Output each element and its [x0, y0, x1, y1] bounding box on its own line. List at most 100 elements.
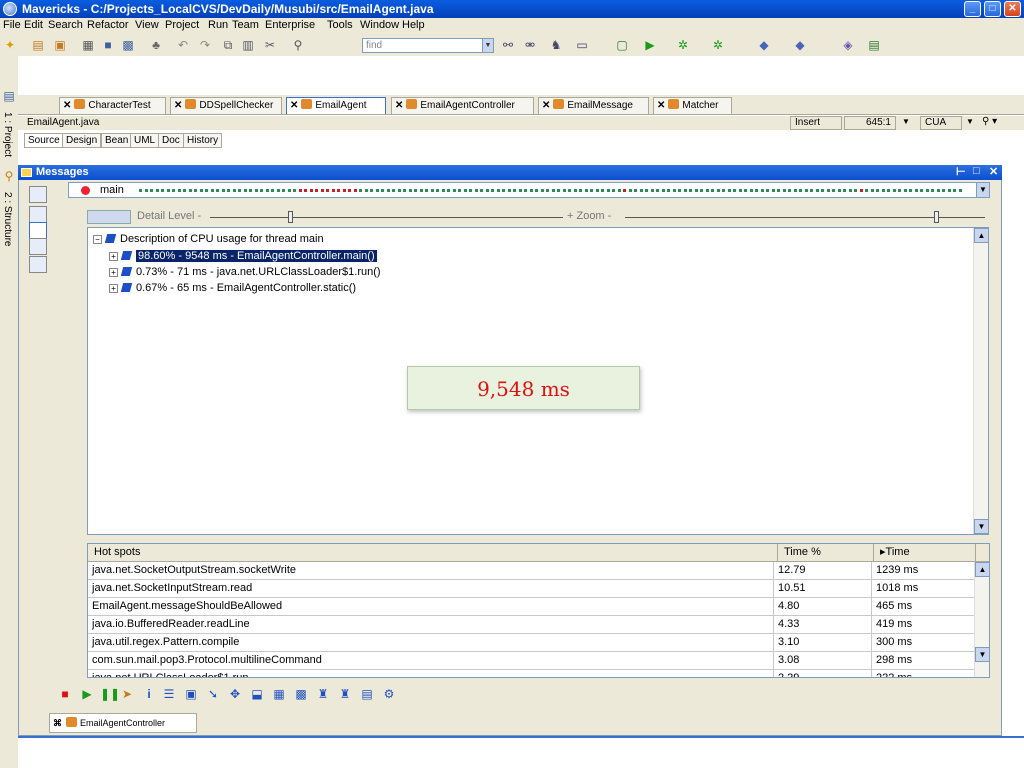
- find-icon[interactable]: ⚲: [290, 37, 306, 53]
- structure-tab[interactable]: 2 : Structure: [2, 192, 13, 246]
- menu-file[interactable]: File: [3, 19, 21, 31]
- resume-icon[interactable]: ▶: [80, 687, 94, 701]
- column-header-hotspots[interactable]: Hot spots: [88, 544, 778, 562]
- tab-matcher[interactable]: ✕ Matcher: [653, 97, 732, 114]
- thread-selector[interactable]: main: [68, 182, 989, 198]
- undo-icon[interactable]: ↶: [175, 37, 191, 53]
- detail-slider-track[interactable]: [210, 217, 563, 218]
- keymap-dropdown-icon[interactable]: ▼: [962, 116, 974, 130]
- minimize-button[interactable]: _: [964, 1, 981, 17]
- open-file-icon[interactable]: ▤: [30, 37, 46, 53]
- table-scrollbar[interactable]: ▲ ▼: [974, 562, 989, 677]
- menu-run[interactable]: Run: [208, 19, 228, 31]
- position-dropdown-icon[interactable]: ▼: [898, 116, 912, 130]
- table-row[interactable]: java.net.URLClassLoader$1.run 2.29 222 ms: [88, 670, 976, 677]
- insert-mode[interactable]: Insert: [790, 116, 842, 130]
- expand-icon[interactable]: +: [109, 284, 118, 293]
- tree-scrollbar[interactable]: ▲ ▼: [973, 228, 989, 534]
- view-mode-icon[interactable]: [87, 210, 131, 224]
- project-view-icon[interactable]: ▤: [1, 88, 17, 104]
- cpu-view-icon[interactable]: [29, 222, 47, 239]
- menu-refactor[interactable]: Refactor: [87, 19, 129, 31]
- close-tab-icon[interactable]: ⌘: [53, 718, 62, 728]
- redo-icon[interactable]: ↷: [197, 37, 213, 53]
- bottom-tab-emailagentcontroller[interactable]: ⌘ EmailAgentController: [49, 713, 197, 733]
- browse-icon[interactable]: ▭: [574, 37, 590, 53]
- maximize-button[interactable]: □: [984, 1, 1001, 17]
- zoom-slider-track[interactable]: [625, 217, 985, 218]
- heap-icon[interactable]: ▩: [294, 687, 308, 701]
- tab-source[interactable]: Source: [24, 133, 64, 148]
- profiler-view-icon[interactable]: [29, 186, 47, 203]
- menu-edit[interactable]: Edit: [24, 19, 43, 31]
- save-snapshot-icon[interactable]: ▤: [360, 687, 374, 701]
- copy-icon[interactable]: ⧉: [220, 37, 236, 53]
- thread-dropdown-icon[interactable]: ▼: [976, 182, 990, 198]
- tab-uml[interactable]: UML: [130, 133, 160, 148]
- close-tab-icon[interactable]: ✕: [395, 100, 403, 111]
- layout-icon[interactable]: ▤: [866, 37, 882, 53]
- tab-bean[interactable]: Bean: [101, 133, 133, 148]
- table-row[interactable]: java.net.SocketOutputStream.socketWrite 1…: [88, 562, 976, 580]
- tab-emailagent[interactable]: ✕ EmailAgent: [286, 97, 386, 114]
- close-tab-icon[interactable]: ✕: [542, 100, 550, 111]
- expand-icon[interactable]: +: [109, 268, 118, 277]
- cut-icon[interactable]: ✂: [262, 37, 278, 53]
- zoom-search-icon[interactable]: ⚲ ▾: [978, 116, 1006, 130]
- project-tab[interactable]: 1 : Project: [2, 112, 13, 157]
- menu-tools[interactable]: Tools: [327, 19, 353, 31]
- stop-icon[interactable]: ■: [58, 687, 72, 701]
- paste-icon[interactable]: ▥: [240, 37, 256, 53]
- dock-icon[interactable]: ⊢: [956, 165, 966, 178]
- table-row[interactable]: com.sun.mail.pop3.Protocol.multilineComm…: [88, 652, 976, 670]
- table-row[interactable]: java.util.regex.Pattern.compile 3.10 300 m…: [88, 634, 976, 652]
- detail-slider-thumb[interactable]: [288, 211, 293, 223]
- graph-icon[interactable]: ✥: [228, 687, 242, 701]
- keymap-selector[interactable]: CUA: [920, 116, 962, 130]
- table-row[interactable]: java.net.SocketInputStream.read 10.51 1018…: [88, 580, 976, 598]
- make-icon[interactable]: ▢: [614, 37, 630, 53]
- classes-icon[interactable]: ♜: [338, 687, 352, 701]
- restore-panel-icon[interactable]: □: [973, 165, 980, 177]
- arrow-icon[interactable]: ➘: [206, 687, 220, 701]
- tab-history[interactable]: History: [183, 133, 223, 148]
- info-icon[interactable]: i: [142, 687, 156, 701]
- collapse-icon[interactable]: −: [93, 235, 102, 244]
- tab-charactertest[interactable]: ✕ CharacterTest: [59, 97, 166, 114]
- forward-icon[interactable]: ◆: [792, 37, 808, 53]
- binoculars-icon[interactable]: ♞: [548, 37, 564, 53]
- export-icon[interactable]: [29, 256, 47, 273]
- save-all-icon[interactable]: ▩: [120, 37, 136, 53]
- menu-enterprise[interactable]: Enterprise: [265, 19, 315, 31]
- table-row[interactable]: EmailAgent.messageShouldBeAllowed 4.80 465…: [88, 598, 976, 616]
- menu-team[interactable]: Team: [232, 19, 259, 31]
- step-icon[interactable]: ➤: [120, 687, 134, 701]
- memory-view-icon[interactable]: [29, 238, 47, 255]
- run-icon[interactable]: ▶: [642, 37, 658, 53]
- new-file-icon[interactable]: ✦: [2, 37, 18, 53]
- menu-view[interactable]: View: [135, 19, 159, 31]
- list-icon[interactable]: ☰: [162, 687, 176, 701]
- close-tab-icon[interactable]: ✕: [657, 100, 665, 111]
- snapshot-icon[interactable]: ▣: [184, 687, 198, 701]
- close-tab-icon[interactable]: ✕: [174, 100, 182, 111]
- settings-icon[interactable]: ⚙: [382, 687, 396, 701]
- close-button[interactable]: ✕: [1004, 1, 1021, 17]
- optimize-icon[interactable]: ✲: [710, 37, 726, 53]
- scroll-up-icon[interactable]: ▲: [975, 562, 989, 577]
- export-data-icon[interactable]: ⬓: [250, 687, 264, 701]
- column-header-time[interactable]: ▸Time: [874, 544, 976, 562]
- menu-project[interactable]: Project: [165, 19, 199, 31]
- cpu-graph-icon[interactable]: [29, 206, 47, 223]
- tree-root[interactable]: − Description of CPU usage for thread mai…: [93, 232, 324, 246]
- menu-help[interactable]: Help: [402, 19, 425, 31]
- open-project-icon[interactable]: ▣: [52, 37, 68, 53]
- close-panel-icon[interactable]: ✕: [989, 165, 998, 178]
- threads-icon[interactable]: ♜: [316, 687, 330, 701]
- tree-node[interactable]: +0.67% - 65 ms - EmailAgentController.st…: [109, 281, 356, 295]
- close-tab-icon[interactable]: ✕: [63, 100, 71, 111]
- back-icon[interactable]: ◆: [756, 37, 772, 53]
- menu-window[interactable]: Window: [360, 19, 399, 31]
- tab-doc[interactable]: Doc: [158, 133, 184, 148]
- reopen-icon[interactable]: ▦: [80, 37, 96, 53]
